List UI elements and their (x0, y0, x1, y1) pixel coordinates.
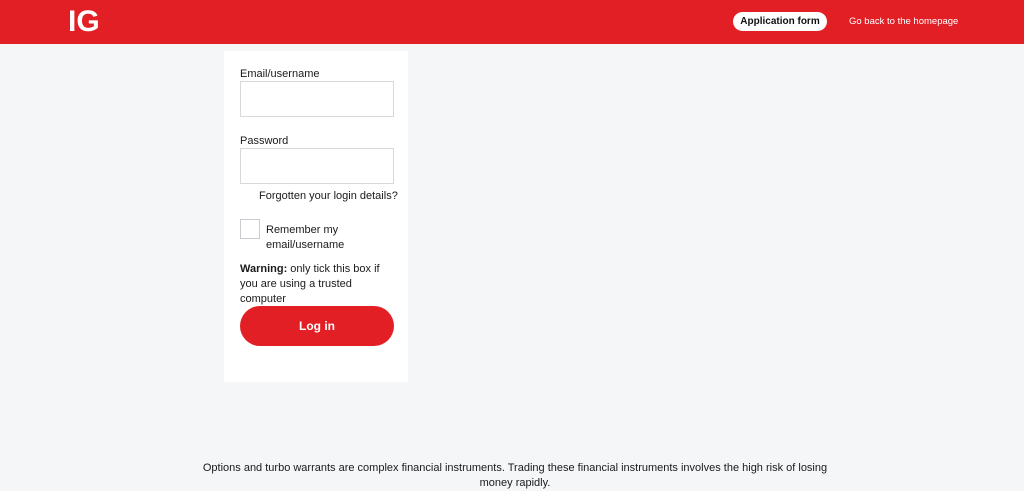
remember-checkbox[interactable] (240, 219, 260, 239)
risk-disclaimer: Options and turbo warrants are complex f… (202, 462, 828, 489)
top-navigation-bar: IG Application form Go back to the homep… (0, 0, 1024, 44)
email-label: Email/username (240, 68, 320, 80)
email-input[interactable] (240, 81, 394, 117)
homepage-link[interactable]: Go back to the homepage (849, 16, 958, 28)
trusted-computer-warning: Warning: only tick this box if you are u… (240, 262, 400, 307)
warning-heading: Warning: (240, 263, 288, 275)
ig-logo[interactable]: IG (68, 6, 100, 38)
remember-label[interactable]: Remember my email/username (266, 223, 386, 253)
password-input[interactable] (240, 148, 394, 184)
forgotten-login-link[interactable]: Forgotten your login details? (259, 190, 398, 203)
password-label: Password (240, 135, 289, 147)
application-form-button[interactable]: Application form (733, 12, 827, 31)
login-card: Email/username Password Forgotten your l… (224, 51, 408, 382)
login-button[interactable]: Log in (240, 306, 394, 346)
